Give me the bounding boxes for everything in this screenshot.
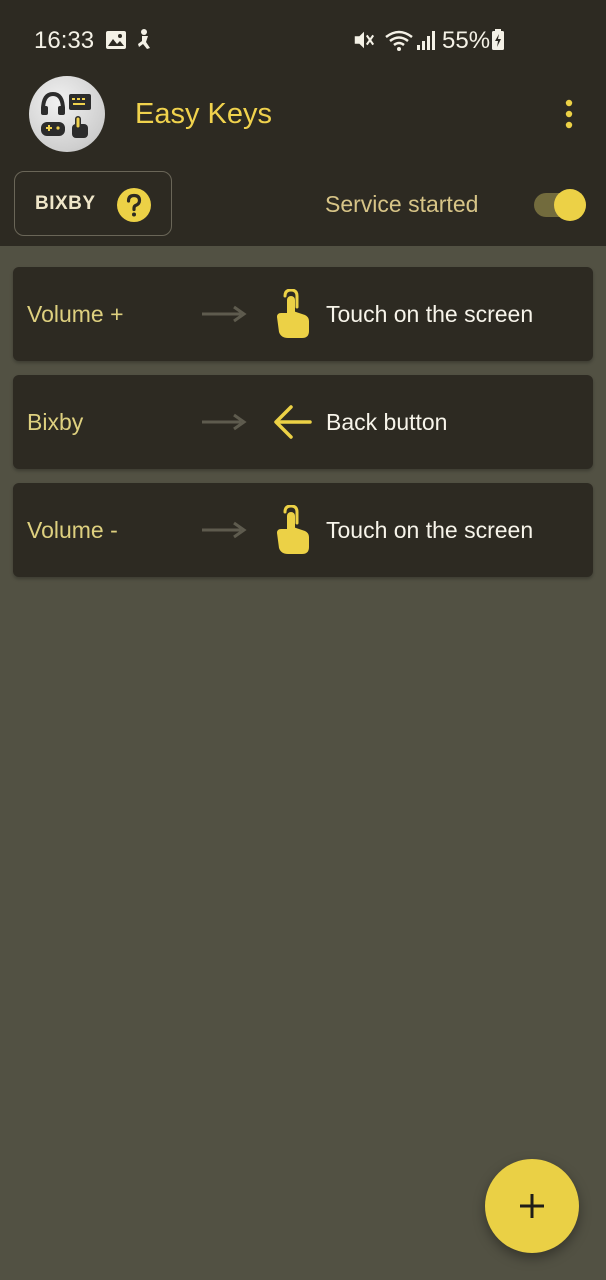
arrow-right-icon (202, 413, 247, 431)
touch-icon (277, 289, 309, 338)
gallery-icon (104, 28, 128, 52)
mapping-card[interactable]: Volume + Touch on the screen (13, 267, 593, 361)
action-label: Back button (326, 409, 448, 435)
service-toggle[interactable] (532, 188, 588, 222)
mute-icon (352, 28, 376, 52)
help-icon[interactable] (117, 188, 151, 222)
action-label: Touch on the screen (326, 301, 534, 327)
key-chip-label: BIXBY (35, 193, 96, 214)
key-chip-bixby[interactable]: BIXBY (14, 171, 172, 236)
accessibility-icon (132, 28, 156, 52)
service-status-label: Service started (325, 191, 479, 217)
back-arrow-icon (274, 405, 312, 439)
app-title: Easy Keys (135, 98, 272, 130)
top-header: 16:33 55% Easy Keys BIXBY Service starte… (0, 0, 606, 246)
mapping-card[interactable]: Volume - Touch on the screen (13, 483, 593, 577)
status-time: 16:33 (34, 27, 95, 54)
wifi-icon (384, 28, 414, 52)
touch-icon (277, 505, 309, 554)
source-key-label: Volume - (27, 517, 118, 543)
more-options-button[interactable] (555, 94, 583, 134)
app-logo (29, 76, 105, 152)
source-key-label: Volume + (27, 301, 124, 327)
key-mapping-list: Volume + Touch on the screen Bixby Back … (13, 267, 593, 591)
signal-icon (414, 28, 438, 52)
arrow-right-icon (202, 305, 247, 323)
source-key-label: Bixby (27, 409, 84, 435)
arrow-right-icon (202, 521, 247, 539)
action-label: Touch on the screen (326, 517, 534, 543)
battery-charging-icon (488, 28, 508, 52)
easy-keys-logo-icon (41, 91, 91, 138)
add-mapping-button[interactable] (485, 1159, 579, 1253)
status-bar: 16:33 55% (0, 0, 606, 80)
toggle-thumb (554, 189, 586, 221)
mapping-card[interactable]: Bixby Back button (13, 375, 593, 469)
battery-percent: 55% (442, 27, 491, 54)
more-vert-icon (565, 99, 573, 129)
plus-icon (520, 1194, 544, 1218)
